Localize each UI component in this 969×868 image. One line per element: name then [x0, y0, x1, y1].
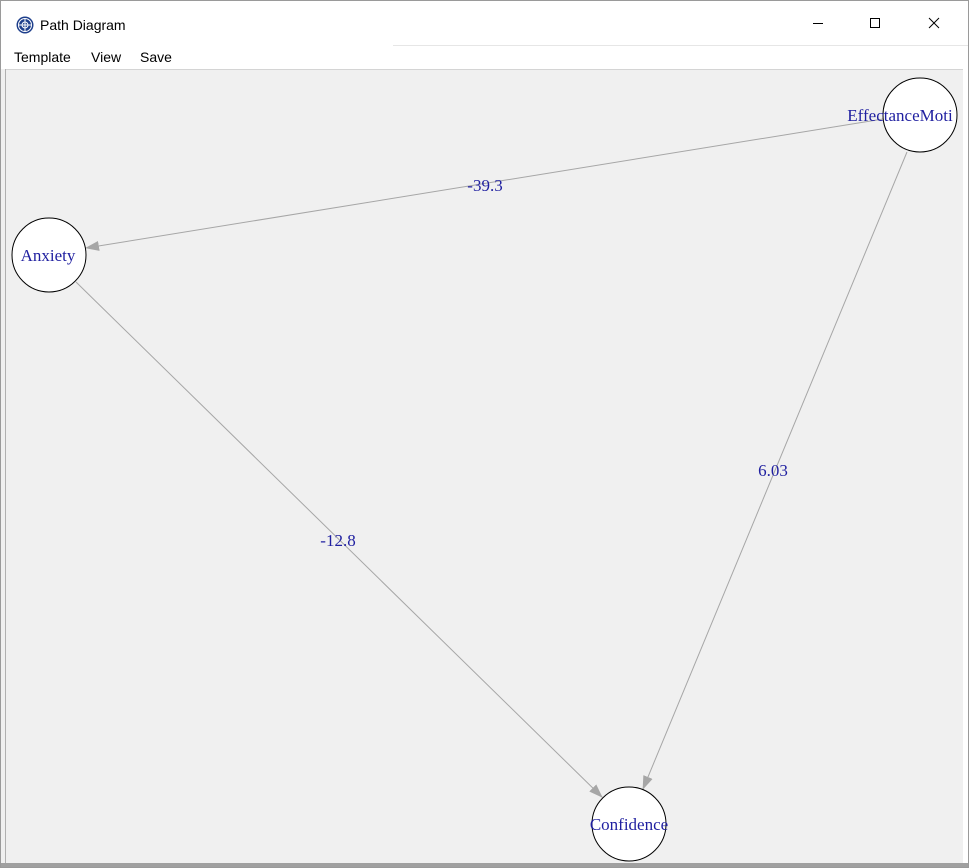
close-icon — [928, 17, 940, 29]
path-diagram-window: Path Diagram Template View Save -39.3 -1… — [0, 0, 969, 868]
menu-divider — [393, 45, 968, 46]
menu-bar: Template View Save — [1, 45, 968, 69]
r-app-icon — [16, 16, 34, 34]
minimize-icon — [813, 23, 823, 24]
maximize-button[interactable] — [846, 1, 904, 45]
menu-save[interactable]: Save — [140, 49, 172, 65]
menu-view[interactable]: View — [91, 49, 121, 65]
node-effectance[interactable]: EffectanceMoti — [847, 77, 958, 153]
maximize-icon — [870, 18, 880, 28]
node-label-anxiety: Anxiety — [21, 246, 76, 265]
menu-template[interactable]: Template — [14, 49, 71, 65]
node-confidence[interactable]: Confidence — [590, 786, 668, 862]
node-label-effectance: EffectanceMoti — [847, 106, 953, 125]
path-diagram: -39.3 -12.8 6.03 Anxiety Confidence Effe… — [11, 77, 958, 862]
edge-label-effectance-confidence: 6.03 — [758, 461, 788, 480]
edge-label-anxiety-confidence: -12.8 — [320, 531, 355, 550]
title-bar[interactable]: Path Diagram — [1, 1, 968, 45]
minimize-button[interactable] — [789, 1, 847, 45]
edge-label-effectance-anxiety: -39.3 — [467, 176, 502, 195]
diagram-canvas[interactable]: -39.3 -12.8 6.03 Anxiety Confidence Effe… — [6, 69, 963, 864]
window-frame-bottom — [1, 863, 968, 867]
node-anxiety[interactable]: Anxiety — [11, 217, 87, 293]
node-label-confidence: Confidence — [590, 815, 668, 834]
window-title: Path Diagram — [40, 17, 126, 33]
close-button[interactable] — [905, 1, 963, 45]
